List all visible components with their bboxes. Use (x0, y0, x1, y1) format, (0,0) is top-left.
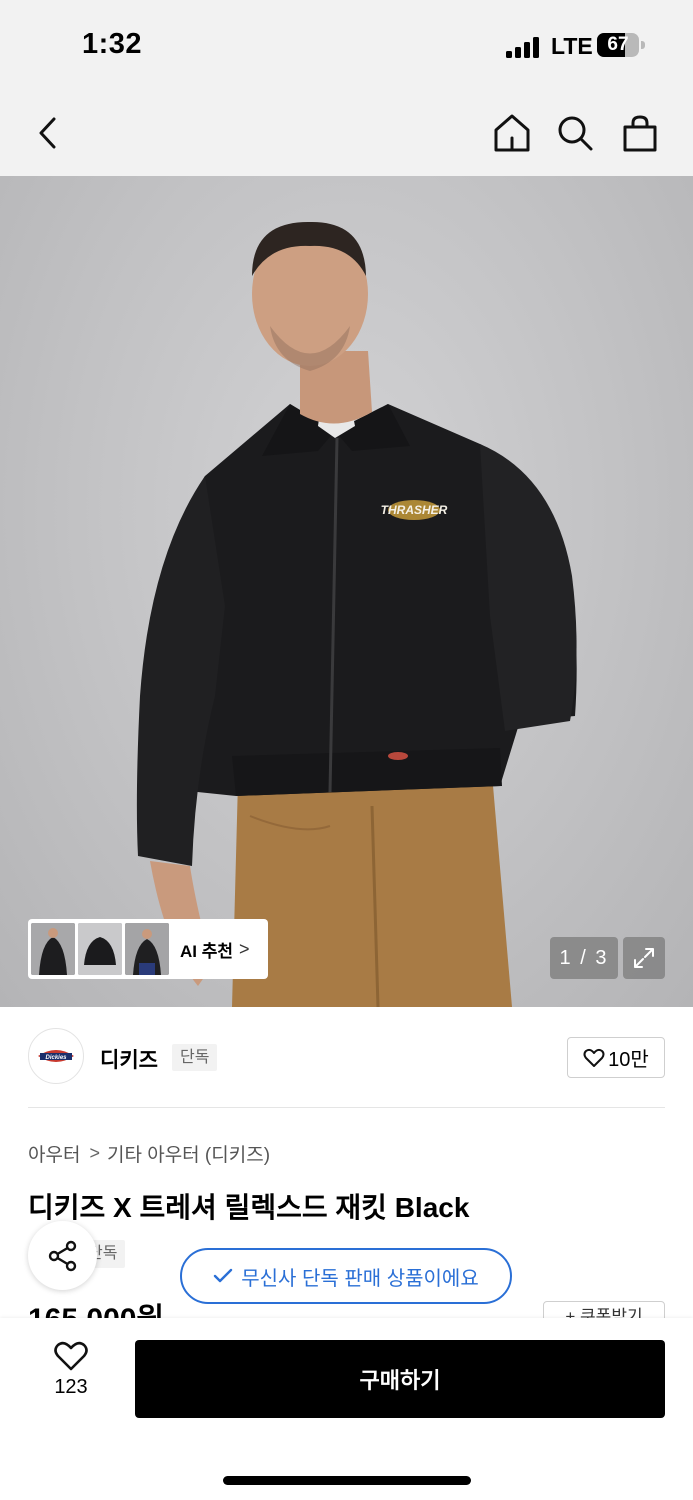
expand-icon (634, 948, 654, 968)
recommendation-thumbnail[interactable] (31, 923, 75, 975)
ai-recommend-label: AI 추천 (180, 941, 234, 961)
share-button[interactable] (28, 1221, 97, 1290)
top-navigation (0, 90, 693, 176)
ai-recommendation-button[interactable]: AI 추천 > (28, 919, 268, 979)
search-icon (558, 116, 593, 151)
bottom-action-bar: 123 구매하기 (0, 1318, 693, 1500)
favorite-count: 123 (54, 1376, 88, 1398)
product-image-gallery[interactable]: THRASHER AI 추천 > 1 / 3 (0, 176, 693, 1007)
brand-name[interactable]: 디키즈 (100, 1044, 158, 1074)
breadcrumb-separator: > (89, 1143, 100, 1163)
heart-icon (54, 1341, 88, 1371)
home-indicator (223, 1476, 471, 1485)
battery-level: 67 (607, 34, 629, 55)
brand-row: Dickies 디키즈 단독 10만 (28, 1028, 665, 1086)
recommendation-thumbnail[interactable] (125, 923, 169, 975)
product-title: 디키즈 X 트레셔 릴렉스드 재킷 Black (28, 1192, 470, 1223)
signal-strength-icon (506, 36, 544, 58)
cart-button[interactable] (615, 108, 665, 158)
heart-icon (583, 1048, 605, 1067)
home-button[interactable] (487, 108, 537, 158)
chevron-left-icon (39, 117, 56, 149)
divider (28, 1107, 665, 1108)
home-icon (494, 114, 530, 152)
share-icon (48, 1240, 76, 1271)
brand-exclusive-badge: 단독 (172, 1044, 218, 1071)
brand-like-count: 10만 (608, 1049, 649, 1071)
favorite-button[interactable]: 123 (36, 1340, 106, 1420)
chevron-right-icon: > (239, 938, 250, 959)
check-icon (214, 1268, 233, 1283)
exclusive-notice-pill: 무신사 단독 판매 상품이에요 (180, 1248, 512, 1304)
breadcrumb-item[interactable]: 아우터 (28, 1140, 80, 1167)
status-bar: 1:32 LTE 67 (0, 0, 693, 90)
recommendation-thumbnail[interactable] (78, 923, 122, 975)
expand-image-button[interactable] (623, 937, 665, 979)
product-photo: THRASHER (136, 221, 577, 1007)
shopping-bag-icon (623, 115, 657, 152)
battery-cap (641, 41, 645, 49)
buy-button[interactable]: 구매하기 (135, 1340, 665, 1418)
svg-text:THRASHER: THRASHER (381, 503, 448, 517)
brand-logo[interactable]: Dickies (28, 1028, 84, 1084)
network-type: LTE (551, 33, 593, 59)
status-time: 1:32 (82, 28, 143, 60)
back-button[interactable] (24, 108, 74, 158)
search-button[interactable] (550, 108, 600, 158)
svg-text:Dickies: Dickies (45, 1055, 67, 1061)
breadcrumb: 아우터 > 기타 아우터 (디키즈) (28, 1140, 270, 1167)
image-counter: 1 / 3 (550, 937, 618, 979)
breadcrumb-item[interactable]: 기타 아우터 (디키즈) (107, 1140, 270, 1167)
brand-like-button[interactable]: 10만 (567, 1037, 665, 1078)
exclusive-notice-text: 무신사 단독 판매 상품이에요 (241, 1267, 479, 1290)
battery-icon: 67 (597, 33, 639, 57)
